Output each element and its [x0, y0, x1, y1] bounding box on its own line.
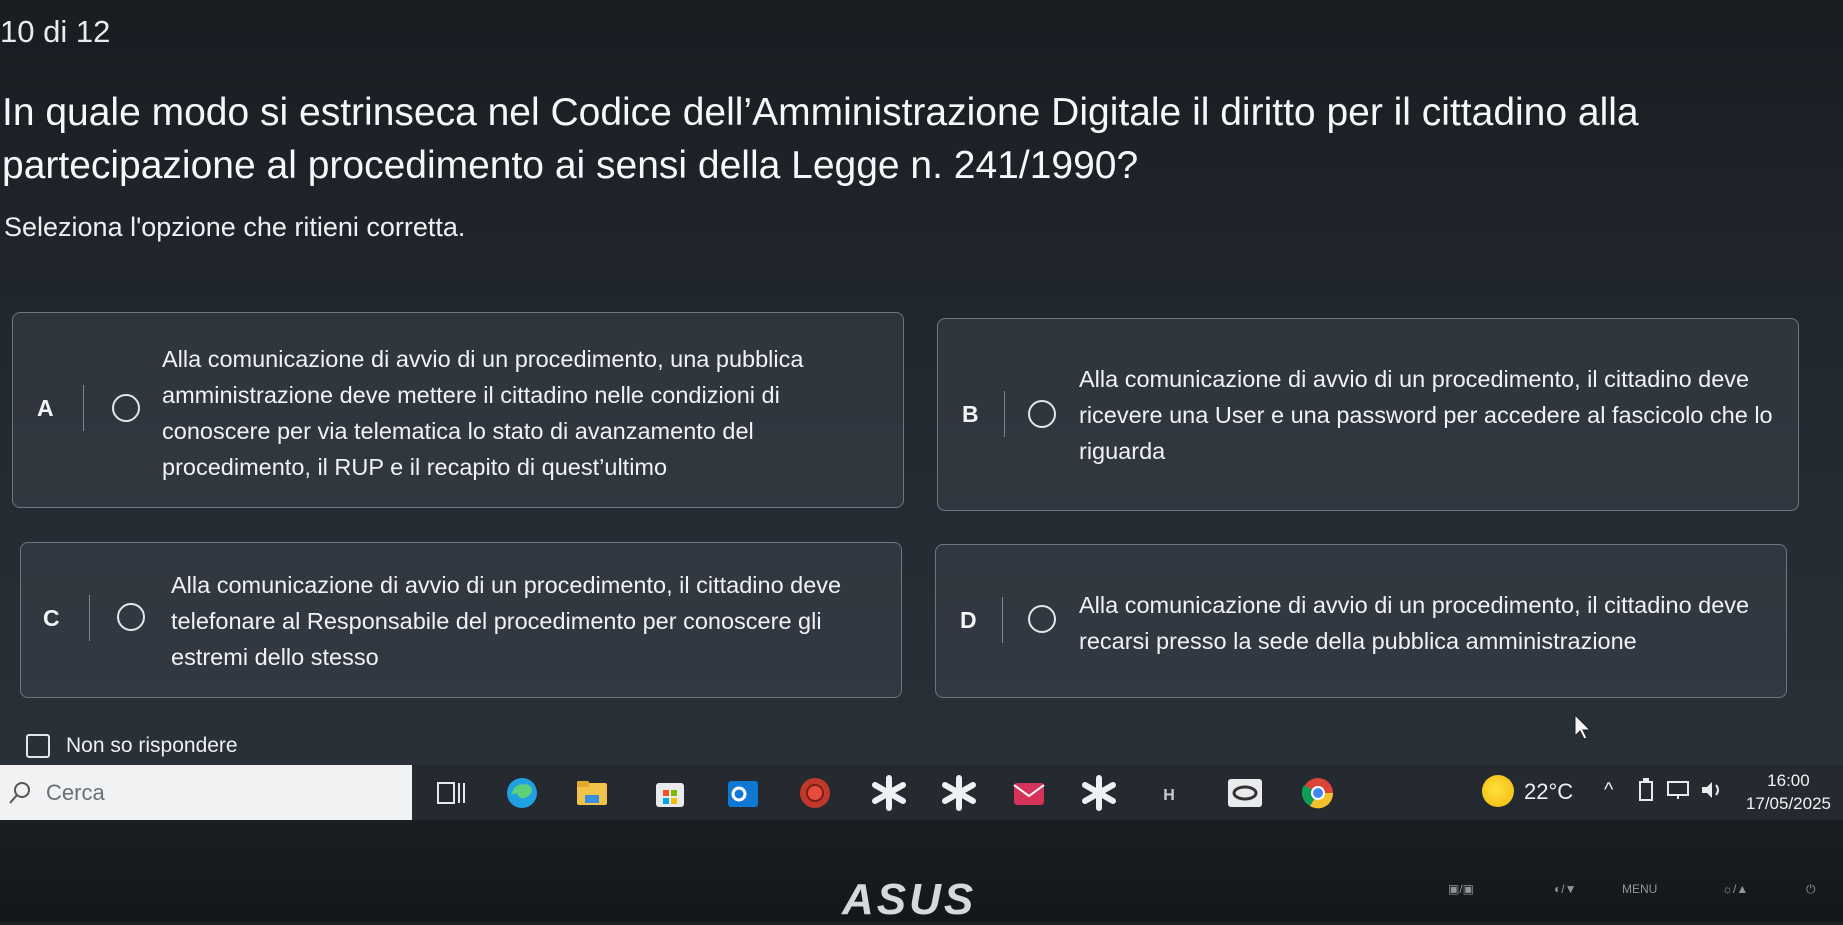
bezel-input-icon: ▣/▣	[1448, 882, 1475, 896]
option-a-card[interactable]: A Alla comunicazione di avvio di un proc…	[12, 312, 904, 508]
option-d-card[interactable]: D Alla comunicazione di avvio di un proc…	[935, 544, 1787, 698]
outlook-icon[interactable]	[724, 775, 762, 811]
dont-know-option[interactable]: Non so rispondere	[26, 734, 238, 758]
snip-icon[interactable]	[940, 775, 978, 811]
bezel-power-icon: ⏻	[1806, 882, 1816, 896]
snip-icon[interactable]	[1080, 775, 1118, 811]
chevron-up-icon[interactable]: ^	[1604, 779, 1613, 802]
volume-icon[interactable]	[1700, 779, 1724, 801]
file-explorer-icon[interactable]	[573, 775, 611, 811]
divider	[1004, 391, 1005, 437]
snip-icon[interactable]	[870, 775, 908, 811]
edge-icon[interactable]	[503, 775, 541, 811]
dont-know-label: Non so rispondere	[66, 734, 238, 757]
bezel-settings-icon: ☼/▲	[1722, 882, 1749, 896]
option-a-text: Alla comunicazione di avvio di un proced…	[162, 346, 804, 480]
taskbar: Cerca H 22°C ^ 16:00 17/05/2025	[0, 765, 1843, 820]
option-c-radio[interactable]	[117, 603, 145, 631]
option-b-text: Alla comunicazione di avvio di un proced…	[1079, 366, 1773, 464]
option-d-text: Alla comunicazione di avvio di un proced…	[1079, 592, 1750, 654]
option-letter: C	[43, 605, 60, 631]
option-c-text: Alla comunicazione di avvio di un proced…	[171, 572, 842, 670]
weather-temp[interactable]: 22°C	[1524, 779, 1573, 805]
option-c-card[interactable]: C Alla comunicazione di avvio di un proc…	[20, 542, 902, 698]
store-icon[interactable]	[651, 775, 689, 811]
option-b-card[interactable]: B Alla comunicazione di avvio di un proc…	[937, 318, 1799, 511]
clock[interactable]: 16:00 17/05/2025	[1746, 769, 1831, 815]
dont-know-checkbox[interactable]	[26, 734, 50, 758]
option-letter: B	[962, 401, 979, 427]
quiz-screen: 10 di 12 In quale modo si estrinseca nel…	[0, 0, 1843, 765]
chrome-icon[interactable]	[1299, 775, 1337, 811]
task-view-icon[interactable]	[432, 775, 470, 811]
divider	[83, 385, 84, 431]
weather-icon[interactable]	[1482, 775, 1514, 807]
clock-time: 16:00	[1767, 771, 1810, 790]
app-icon[interactable]	[796, 775, 834, 811]
question-counter: 10 di 12	[0, 14, 111, 49]
divider	[1002, 597, 1003, 643]
option-letter: D	[960, 607, 977, 633]
app-icon[interactable]	[1226, 775, 1264, 811]
option-letter: A	[37, 395, 54, 421]
option-d-radio[interactable]	[1028, 605, 1056, 633]
clock-date: 17/05/2025	[1745, 794, 1831, 813]
instruction-text: Seleziona l'opzione che ritieni corretta…	[4, 212, 466, 242]
search-icon	[9, 781, 30, 804]
option-b-radio[interactable]	[1028, 400, 1056, 428]
bezel-menu-label: MENU	[1622, 882, 1658, 896]
battery-icon[interactable]	[1636, 777, 1656, 803]
monitor-bezel: ASUS ▣/▣ ◐/▼ MENU ☼/▲ ⏻	[0, 820, 1843, 924]
option-a-radio[interactable]	[112, 394, 140, 422]
divider	[89, 595, 90, 641]
network-icon[interactable]	[1666, 779, 1690, 801]
taskbar-search[interactable]: Cerca	[0, 765, 412, 820]
app-h-icon[interactable]: H	[1150, 775, 1188, 811]
mail-icon[interactable]	[1010, 775, 1048, 811]
monitor-brand-logo: ASUS	[842, 875, 977, 924]
svg-text:H: H	[1163, 787, 1175, 804]
search-placeholder: Cerca	[46, 779, 105, 805]
mouse-pointer-icon	[1574, 714, 1592, 740]
question-text: In quale modo si estrinseca nel Codice d…	[2, 91, 1639, 187]
bezel-brightness-icon: ◐/▼	[1554, 882, 1577, 896]
